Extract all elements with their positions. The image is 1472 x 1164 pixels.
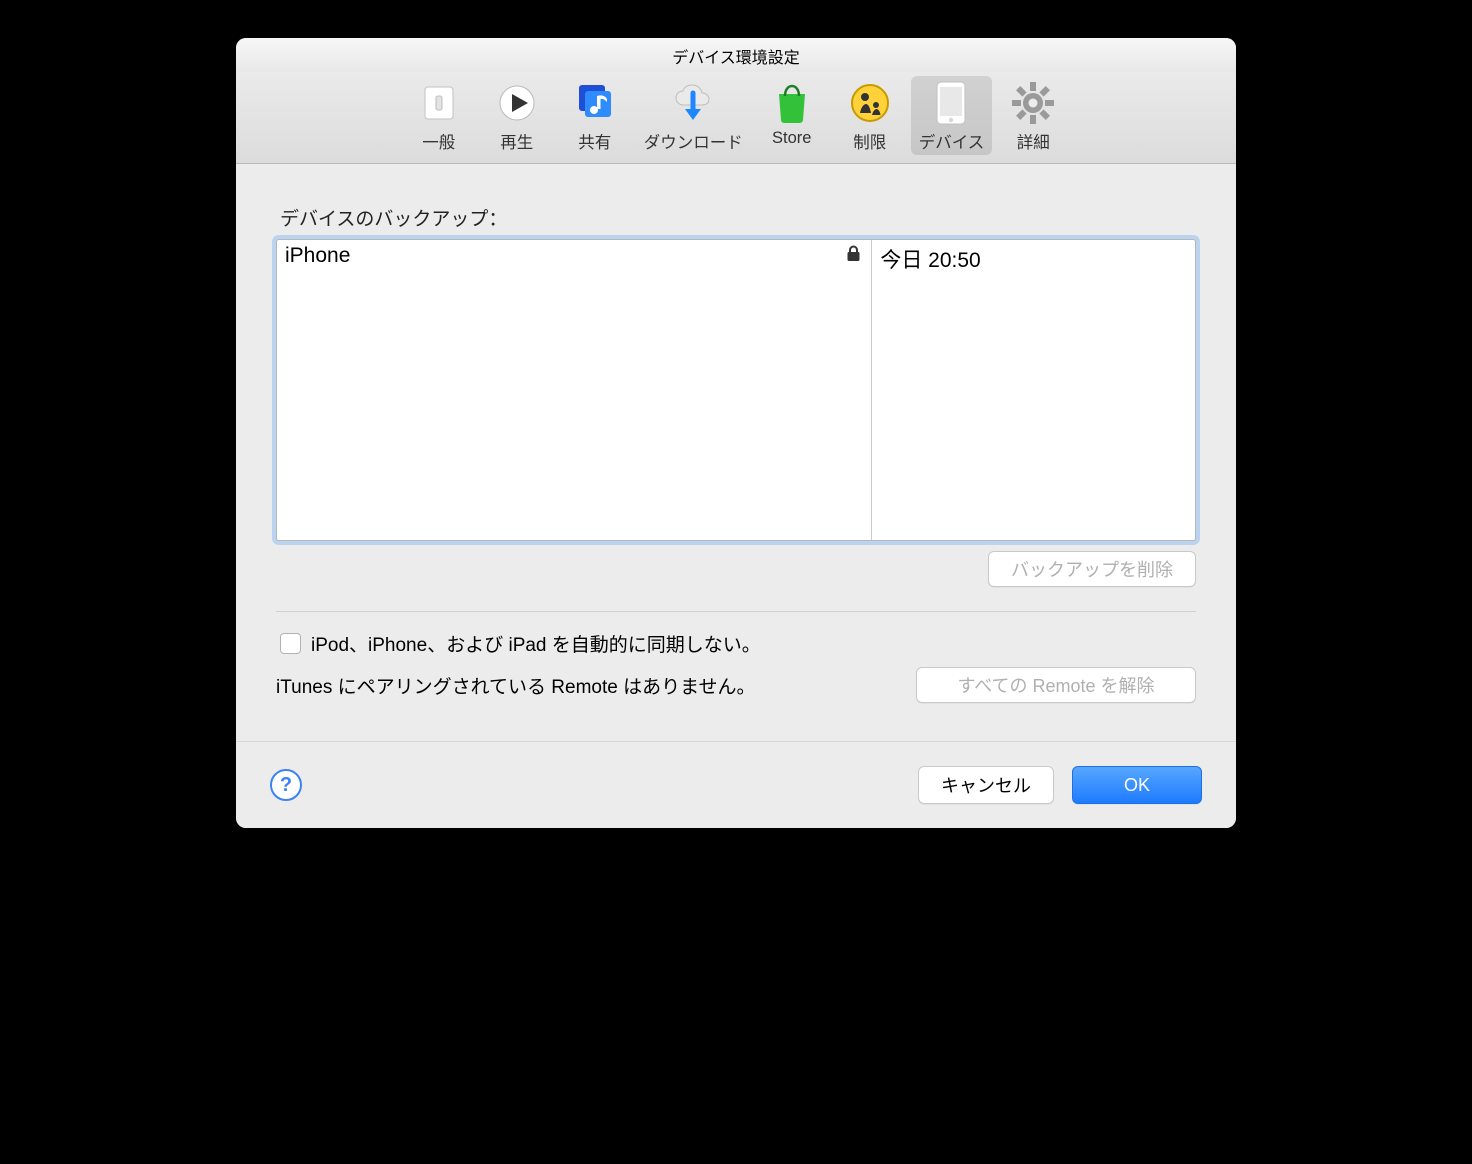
- footer: ? キャンセル OK: [236, 741, 1236, 828]
- backup-row-date[interactable]: 今日 20:50: [880, 249, 980, 272]
- tab-advanced-label: 詳細: [1017, 129, 1050, 153]
- tab-store[interactable]: Store: [755, 76, 829, 155]
- tab-general-label: 一般: [422, 129, 455, 153]
- tab-devices-label: デバイス: [919, 129, 985, 153]
- tab-devices[interactable]: デバイス: [911, 76, 993, 155]
- content-area: デバイスのバックアップ： iPhone 今日 20:50 バックアップを削除: [236, 164, 1236, 741]
- tab-playback[interactable]: 再生: [480, 76, 554, 155]
- parental-icon: [847, 80, 893, 126]
- window-title: デバイス環境設定: [236, 38, 1236, 72]
- backups-heading: デバイスのバックアップ：: [280, 204, 1196, 231]
- lock-icon: [846, 245, 861, 262]
- tab-downloads-label: ダウンロード: [644, 129, 743, 153]
- tab-sharing[interactable]: 共有: [558, 76, 632, 155]
- help-button[interactable]: ?: [270, 769, 302, 801]
- cancel-button[interactable]: キャンセル: [918, 766, 1054, 804]
- tab-downloads[interactable]: ダウンロード: [636, 76, 751, 155]
- tab-advanced[interactable]: 詳細: [996, 76, 1070, 155]
- tab-store-label: Store: [772, 129, 811, 148]
- forget-remotes-button[interactable]: すべての Remote を解除: [916, 667, 1196, 703]
- preferences-window: デバイス環境設定 一般 再生: [236, 38, 1236, 828]
- no-autosync-row[interactable]: iPod、iPhone、および iPad を自動的に同期しない。: [280, 630, 1196, 657]
- tab-playback-label: 再生: [500, 129, 533, 153]
- download-cloud-icon: [670, 80, 716, 126]
- device-phone-icon: [928, 80, 974, 126]
- backup-row-name[interactable]: iPhone: [285, 244, 350, 267]
- tab-parental-label: 制限: [853, 129, 886, 153]
- delete-backup-button[interactable]: バックアップを削除: [988, 551, 1196, 587]
- backup-list[interactable]: iPhone 今日 20:50: [276, 239, 1196, 541]
- store-bag-icon: [769, 80, 815, 126]
- tab-general[interactable]: 一般: [402, 76, 476, 155]
- no-autosync-checkbox[interactable]: [280, 633, 301, 654]
- gear-icon: [1010, 80, 1056, 126]
- play-icon: [494, 80, 540, 126]
- no-autosync-label: iPod、iPhone、および iPad を自動的に同期しない。: [311, 630, 761, 657]
- backup-date-column: 今日 20:50: [872, 240, 1195, 540]
- music-share-icon: [572, 80, 618, 126]
- tab-parental[interactable]: 制限: [833, 76, 907, 155]
- preferences-toolbar: 一般 再生 共有: [236, 72, 1236, 164]
- general-icon: [416, 80, 462, 126]
- pairing-status-text: iTunes にペアリングされている Remote はありません。: [276, 672, 756, 699]
- divider: [276, 611, 1196, 612]
- backup-name-column: iPhone: [277, 240, 872, 540]
- ok-button[interactable]: OK: [1072, 766, 1202, 804]
- tab-sharing-label: 共有: [578, 129, 611, 153]
